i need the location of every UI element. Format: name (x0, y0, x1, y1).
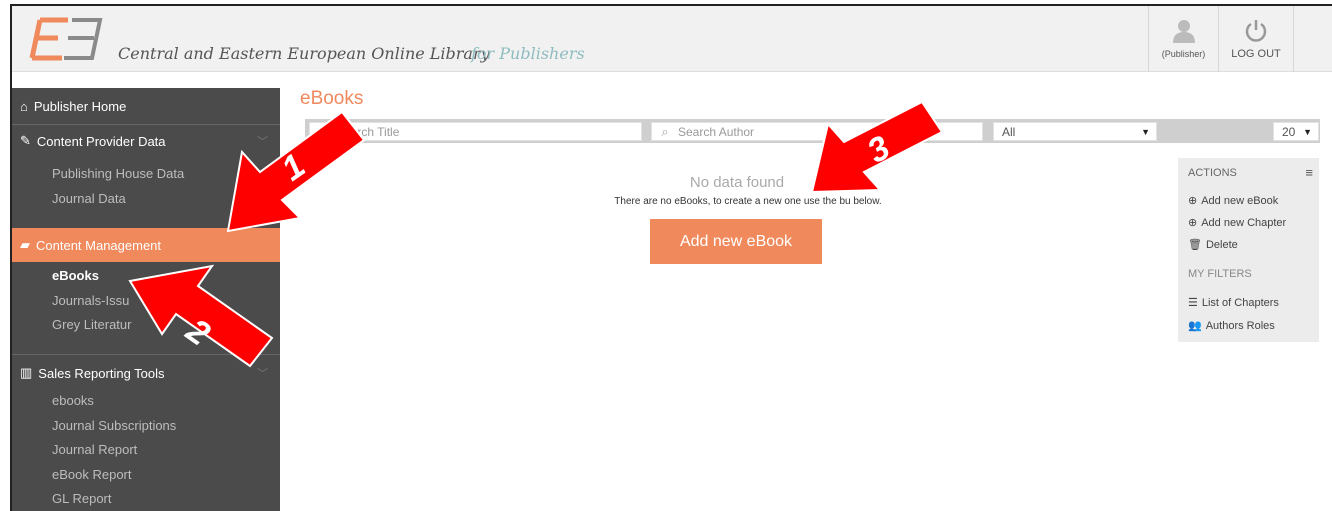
annotation-overlay: 1 2 3 (128, 100, 944, 368)
annotation-arrow-2: 2 (128, 264, 274, 368)
annotation-arrow-1: 1 (226, 110, 366, 233)
app-window: Central and Eastern European Online Libr… (10, 4, 1332, 511)
annotation-arrow-3: 3 (810, 100, 944, 194)
